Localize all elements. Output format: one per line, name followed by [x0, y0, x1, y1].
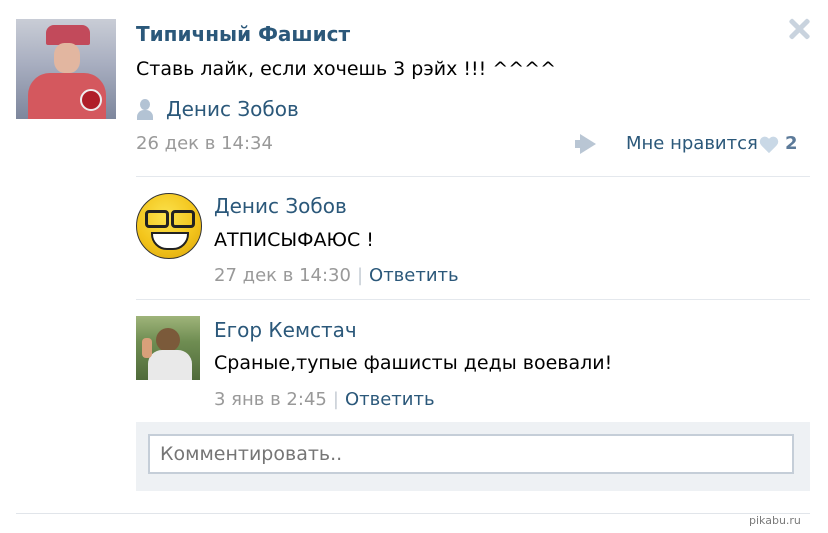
comment-meta: 27 дек в 14:30 | Ответить	[214, 265, 459, 286]
avatar-face	[54, 43, 80, 73]
post-bottom-divider	[16, 513, 810, 514]
avatar-head	[156, 328, 180, 352]
comment-text: Сраные,тупые фашисты деды воевали!	[214, 352, 613, 374]
avatar-armband	[80, 89, 102, 111]
post-text: Ставь лайк, если хочешь 3 рэйх !!! ^^^^	[136, 58, 556, 80]
avatar-shirt	[148, 350, 192, 380]
comment-date[interactable]: 27 дек в 14:30	[214, 265, 351, 286]
comment-author-name[interactable]: Денис Зобов	[214, 194, 347, 218]
post-date[interactable]: 26 дек в 14:34	[136, 133, 273, 154]
comment-meta: 3 янв в 2:45 | Ответить	[214, 389, 435, 410]
smile-mouth	[151, 232, 189, 250]
glasses-right	[171, 210, 195, 228]
comment-input[interactable]	[148, 434, 794, 474]
comment-avatar[interactable]	[136, 316, 200, 380]
avatar-cap	[46, 25, 90, 45]
heart-icon[interactable]	[759, 137, 779, 155]
post-author-name[interactable]: Типичный Фашист	[136, 22, 350, 46]
comments-divider	[136, 176, 810, 177]
watermark: pikabu.ru	[749, 514, 801, 527]
comment-avatar[interactable]	[136, 193, 202, 259]
like-count[interactable]: 2	[785, 133, 798, 154]
meta-separator: |	[356, 265, 364, 286]
glasses-left	[145, 210, 169, 228]
comment-divider	[136, 299, 810, 300]
megaphone-icon[interactable]	[575, 133, 599, 155]
comment-form	[136, 422, 810, 491]
comment-author-name[interactable]: Егор Кемстач	[214, 318, 357, 342]
close-icon[interactable]	[786, 16, 812, 42]
comment-text: АТПИСЫФАЮС !	[214, 229, 374, 251]
reply-link[interactable]: Ответить	[369, 265, 459, 286]
reply-link[interactable]: Ответить	[345, 389, 435, 410]
signer-name[interactable]: Денис Зобов	[166, 97, 299, 121]
avatar-thumb	[142, 338, 152, 358]
meta-separator: |	[332, 389, 339, 410]
post-author-avatar[interactable]	[16, 19, 116, 119]
comment-date[interactable]: 3 янв в 2:45	[214, 389, 327, 410]
user-icon	[136, 99, 154, 121]
like-button-label[interactable]: Мне нравится	[626, 133, 758, 154]
